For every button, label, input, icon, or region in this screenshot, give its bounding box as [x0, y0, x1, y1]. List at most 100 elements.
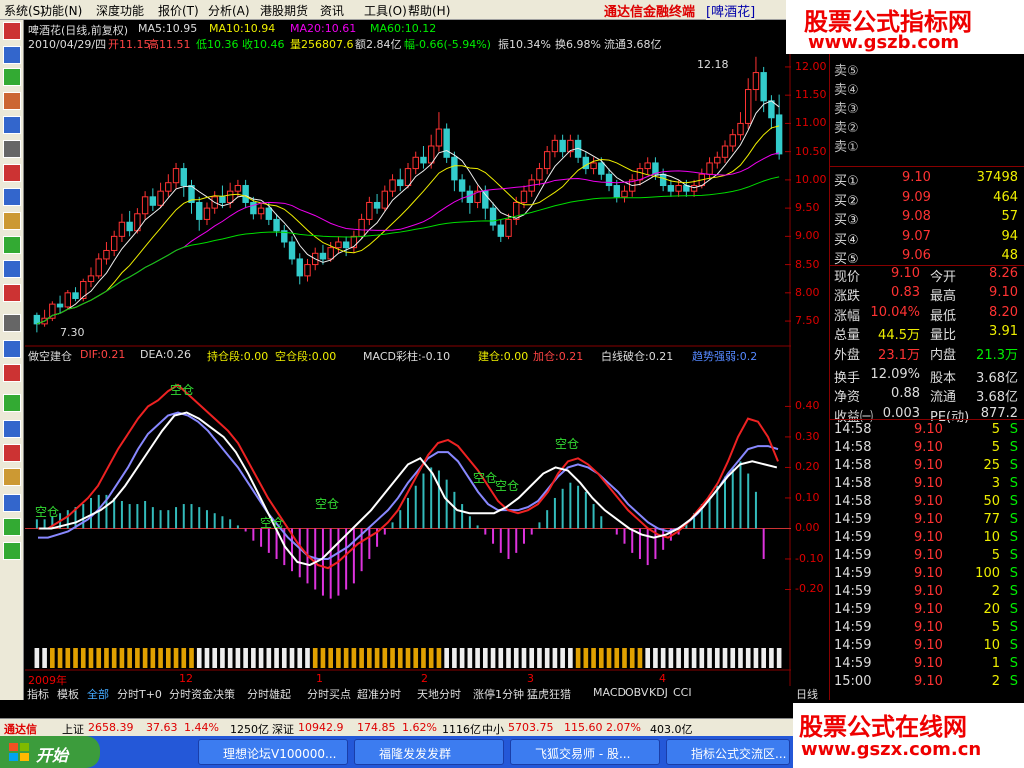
menu-item-2[interactable]: 深度功能	[96, 2, 144, 19]
stat-row-6: 净资 0.88 流通 3.68亿	[834, 386, 1024, 406]
menu-item-5[interactable]: 港股期货	[260, 2, 308, 19]
toolbar-tool-icon-18[interactable]	[3, 468, 21, 486]
toolbar-tool-icon-12[interactable]	[3, 314, 21, 332]
signal-stripe-30	[266, 648, 272, 668]
tick-price: 9.10	[914, 458, 943, 473]
tick-time: 14:59	[834, 656, 872, 671]
toolbar-tool-icon-21[interactable]	[3, 542, 21, 560]
task-formula[interactable]: 指标公式交流区...	[666, 739, 790, 765]
signal-stripe-48	[405, 648, 411, 668]
tab-11[interactable]: MACD	[593, 686, 626, 699]
candle-30	[265, 207, 273, 220]
signal-stripe-29	[258, 648, 264, 668]
menu-item-7[interactable]: 工具(O)	[364, 2, 407, 19]
toolbar-tool-icon-0[interactable]	[3, 22, 21, 40]
menu-item-0[interactable]: 系统(S)	[4, 2, 45, 19]
stat-value-2: 3.68亿	[976, 390, 1018, 406]
tab-14[interactable]: CCI	[673, 686, 692, 699]
ma60-label: MA60:10.12	[370, 22, 437, 35]
tab-13[interactable]: KDJ	[649, 686, 668, 699]
candle-46	[389, 179, 396, 192]
price-axis-label-3: 10.50	[795, 144, 827, 158]
toolbar-tool-icon-20[interactable]	[3, 518, 21, 536]
toolbar-tool-icon-14[interactable]	[3, 364, 21, 382]
tab-3[interactable]: 分时T+0	[117, 686, 162, 702]
toolbar-tool-icon-5[interactable]	[3, 140, 21, 158]
tab-6[interactable]: 分时买点	[307, 686, 351, 702]
tab-8[interactable]: 天地分时	[417, 686, 461, 702]
tab-0[interactable]: 指标	[27, 686, 49, 702]
toolbar-tool-icon-13[interactable]	[3, 340, 21, 358]
toolbar-tool-icon-19[interactable]	[3, 494, 21, 512]
candle-21	[196, 201, 203, 220]
toolbar-tool-icon-3[interactable]	[3, 92, 21, 110]
menu-item-6[interactable]: 资讯	[320, 2, 344, 19]
stat-label-2: 流通	[930, 390, 957, 406]
price-axis-label-2: 11.00	[795, 116, 827, 130]
signal-stripe-92	[745, 648, 751, 668]
stat-label: 换手	[834, 371, 861, 386]
candle-35	[304, 264, 311, 277]
toolbar-tool-icon-6[interactable]	[3, 164, 21, 182]
toolbar-tool-icon-17[interactable]	[3, 444, 21, 462]
buy-label: 买①	[834, 174, 859, 189]
dea-label: DEA:0.26	[140, 348, 191, 361]
trend-label: 趋势强弱:0.2	[692, 350, 758, 363]
candle-42	[358, 218, 365, 237]
sh-value: 2658.39	[88, 721, 134, 734]
tab-2[interactable]: 全部	[87, 686, 109, 702]
toolbar-tool-icon-15[interactable]	[3, 394, 21, 412]
toolbar-tool-icon-7[interactable]	[3, 188, 21, 206]
task-forum[interactable]: 理想论坛V100000...	[198, 739, 348, 765]
indicator-name[interactable]: 做空建仓	[28, 348, 72, 364]
task-feihu[interactable]: 飞狐交易师 - 股...	[510, 739, 660, 765]
start-button[interactable]: 开始	[0, 736, 100, 768]
signal-stripe-68	[560, 648, 565, 668]
toolbar-tool-icon-9[interactable]	[3, 236, 21, 254]
candle-19	[180, 168, 187, 187]
tick-time: 14:58	[834, 494, 872, 509]
toolbar-tool-icon-1[interactable]	[3, 46, 21, 64]
menu-item-4[interactable]: 分析(A)	[208, 2, 250, 19]
period-label[interactable]: 日线	[796, 686, 818, 702]
signal-stripe-74	[606, 648, 612, 668]
stat-label-2: 最高	[930, 289, 957, 305]
candle-93	[752, 72, 760, 91]
tab-12[interactable]: OBV	[625, 686, 648, 699]
tab-5[interactable]: 分时雄起	[247, 686, 291, 702]
signal-stripe-81	[660, 648, 666, 668]
tick-time: 14:59	[834, 548, 872, 563]
tab-9[interactable]: 涨停1分钟	[473, 686, 524, 702]
app-brand: 通达信金融终端	[604, 5, 696, 20]
buy-volume: 48	[1001, 248, 1018, 264]
amount-label: 额2.84亿	[355, 38, 402, 51]
candle-47	[397, 179, 404, 187]
tab-10[interactable]: 猛虎狂猎	[527, 686, 571, 702]
stat-value-2: 8.20	[989, 304, 1018, 320]
toolbar-tool-icon-16[interactable]	[3, 420, 21, 438]
toolbar-tool-icon-8[interactable]	[3, 212, 21, 230]
toolbar-tool-icon-11[interactable]	[3, 284, 21, 302]
toolbar-tool-icon-4[interactable]	[3, 116, 21, 134]
tab-4[interactable]: 分时资金决策	[169, 686, 235, 702]
menu-item-8[interactable]: 帮助(H)	[408, 2, 450, 19]
task-qq-group[interactable]: 福隆发发发群	[354, 739, 504, 765]
toolbar-tool-icon-2[interactable]	[3, 68, 21, 86]
candle-67	[551, 139, 559, 153]
tick-row-7: 14:59 9.10 5 S	[834, 548, 1024, 566]
menu-item-3[interactable]: 报价(T)	[158, 2, 199, 19]
signal-stripe-50	[421, 648, 426, 668]
signal-stripe-38	[328, 648, 333, 668]
tab-1[interactable]: 模板	[57, 686, 79, 702]
menu-item-1[interactable]: 功能(N)	[40, 2, 82, 19]
stat-label: 涨幅	[834, 308, 861, 324]
toolbar-tool-icon-10[interactable]	[3, 260, 21, 278]
signal-stripe-67	[552, 648, 558, 668]
tab-7[interactable]: 超准分时	[357, 686, 401, 702]
annotation-kongcang-2: 空仓	[315, 497, 339, 511]
signal-stripe-59	[490, 648, 496, 668]
buy-price: 9.07	[902, 228, 931, 244]
stat-label-2: 内盘	[930, 347, 957, 363]
tick-row-9: 14:59 9.10 2 S	[834, 584, 1024, 602]
signal-stripe-25	[227, 648, 233, 668]
